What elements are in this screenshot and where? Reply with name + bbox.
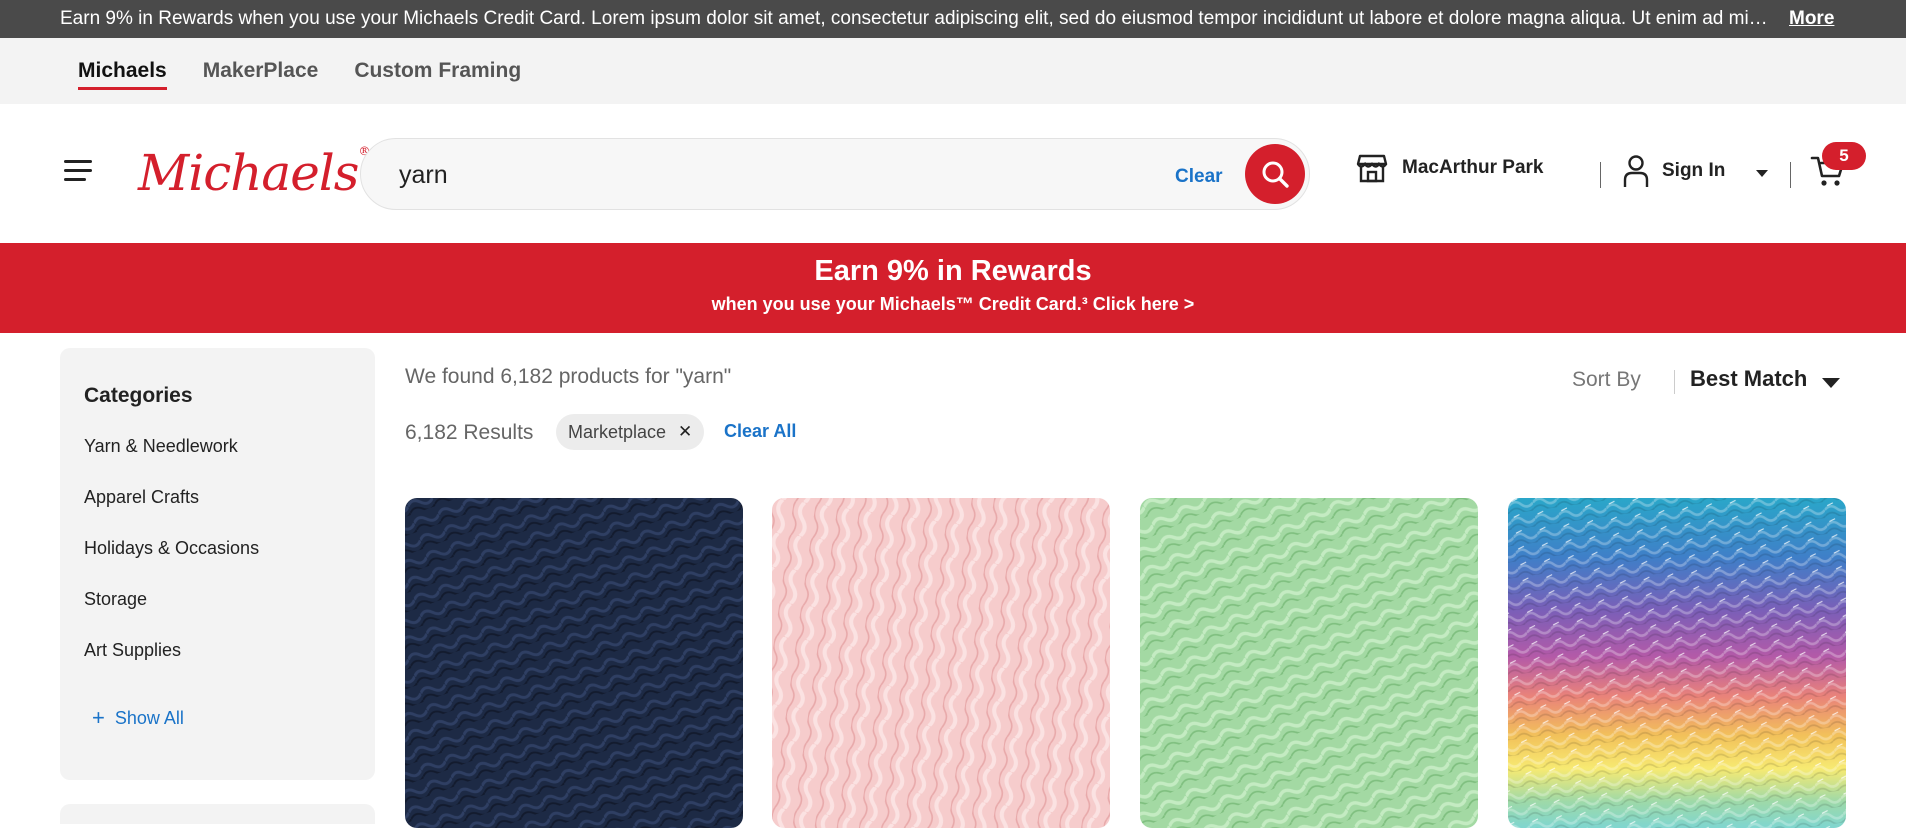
- rewards-banner[interactable]: Earn 9% in Rewards when you use your Mic…: [0, 243, 1906, 333]
- cart-count-badge: 5: [1822, 142, 1866, 170]
- header: Michaels® Clear MacArthur Park Sign In: [0, 104, 1906, 243]
- header-divider: [1600, 162, 1601, 188]
- filter-panel: [60, 804, 375, 824]
- close-icon[interactable]: ✕: [678, 422, 692, 442]
- product-image: [1140, 498, 1478, 828]
- tab-custom-framing[interactable]: Custom Framing: [336, 38, 539, 104]
- header-divider: [1790, 162, 1791, 188]
- logo-text: Michaels: [138, 144, 359, 202]
- show-all-button[interactable]: + Show All: [84, 705, 351, 731]
- tab-michaels[interactable]: Michaels: [60, 38, 185, 104]
- categories-sidebar: Categories Yarn & Needlework Apparel Cra…: [60, 348, 375, 780]
- product-image: [405, 498, 743, 828]
- search-input[interactable]: [397, 157, 1097, 193]
- user-icon: [1623, 155, 1649, 187]
- menu-icon[interactable]: [64, 160, 92, 182]
- product-image: [772, 498, 1110, 828]
- promo-text: Earn 9% in Rewards when you use your Mic…: [60, 8, 1777, 29]
- category-item[interactable]: Art Supplies: [84, 640, 351, 691]
- logo[interactable]: Michaels®: [138, 144, 370, 202]
- promo-more-link[interactable]: More: [1789, 8, 1834, 30]
- sort-divider: [1674, 370, 1675, 394]
- show-all-label: Show All: [114, 707, 184, 728]
- search-icon: [1262, 161, 1289, 188]
- product-card-rainbow-yarn[interactable]: [1508, 498, 1846, 828]
- site-tabs: Michaels MakerPlace Custom Framing: [0, 38, 1906, 104]
- search-box: Clear: [360, 138, 1310, 210]
- clear-all-button[interactable]: Clear All: [724, 421, 796, 442]
- results-count: 6,182 Results: [405, 421, 534, 444]
- category-item[interactable]: Storage: [84, 589, 351, 640]
- filter-chip-label: Marketplace: [568, 421, 667, 442]
- product-card-navy-yarn[interactable]: [405, 498, 743, 828]
- chevron-down-icon[interactable]: [1822, 378, 1840, 388]
- category-item[interactable]: Holidays & Occasions: [84, 538, 351, 589]
- category-item[interactable]: Apparel Crafts: [84, 487, 351, 538]
- categories-title: Categories: [84, 384, 193, 407]
- store-icon: [1356, 154, 1388, 183]
- chevron-down-icon[interactable]: [1756, 170, 1768, 177]
- sign-in[interactable]: Sign In: [1622, 154, 1725, 188]
- store-selector[interactable]: MacArthur Park: [1356, 152, 1544, 184]
- tab-makerplace[interactable]: MakerPlace: [185, 38, 337, 104]
- product-image: [1508, 498, 1846, 828]
- sort-label: Sort By: [1572, 368, 1641, 391]
- category-item[interactable]: Yarn & Needlework: [84, 436, 351, 487]
- rewards-title: Earn 9% in Rewards: [814, 255, 1092, 287]
- filter-chip[interactable]: Marketplace ✕: [556, 414, 705, 450]
- search-button[interactable]: [1245, 144, 1305, 204]
- sort-dropdown[interactable]: Best Match: [1690, 366, 1807, 392]
- product-card-pink-yarn[interactable]: [772, 498, 1110, 828]
- search-clear-button[interactable]: Clear: [1175, 166, 1223, 188]
- plus-icon: +: [92, 705, 105, 730]
- product-card-green-yarn[interactable]: [1140, 498, 1478, 828]
- promo-bar: Earn 9% in Rewards when you use your Mic…: [0, 0, 1906, 38]
- store-name: MacArthur Park: [1402, 157, 1544, 178]
- rewards-subtitle: when you use your Michaels™ Credit Card.…: [711, 294, 1195, 314]
- results-heading: We found 6,182 products for "yarn": [405, 365, 732, 388]
- sign-in-label: Sign In: [1662, 160, 1726, 181]
